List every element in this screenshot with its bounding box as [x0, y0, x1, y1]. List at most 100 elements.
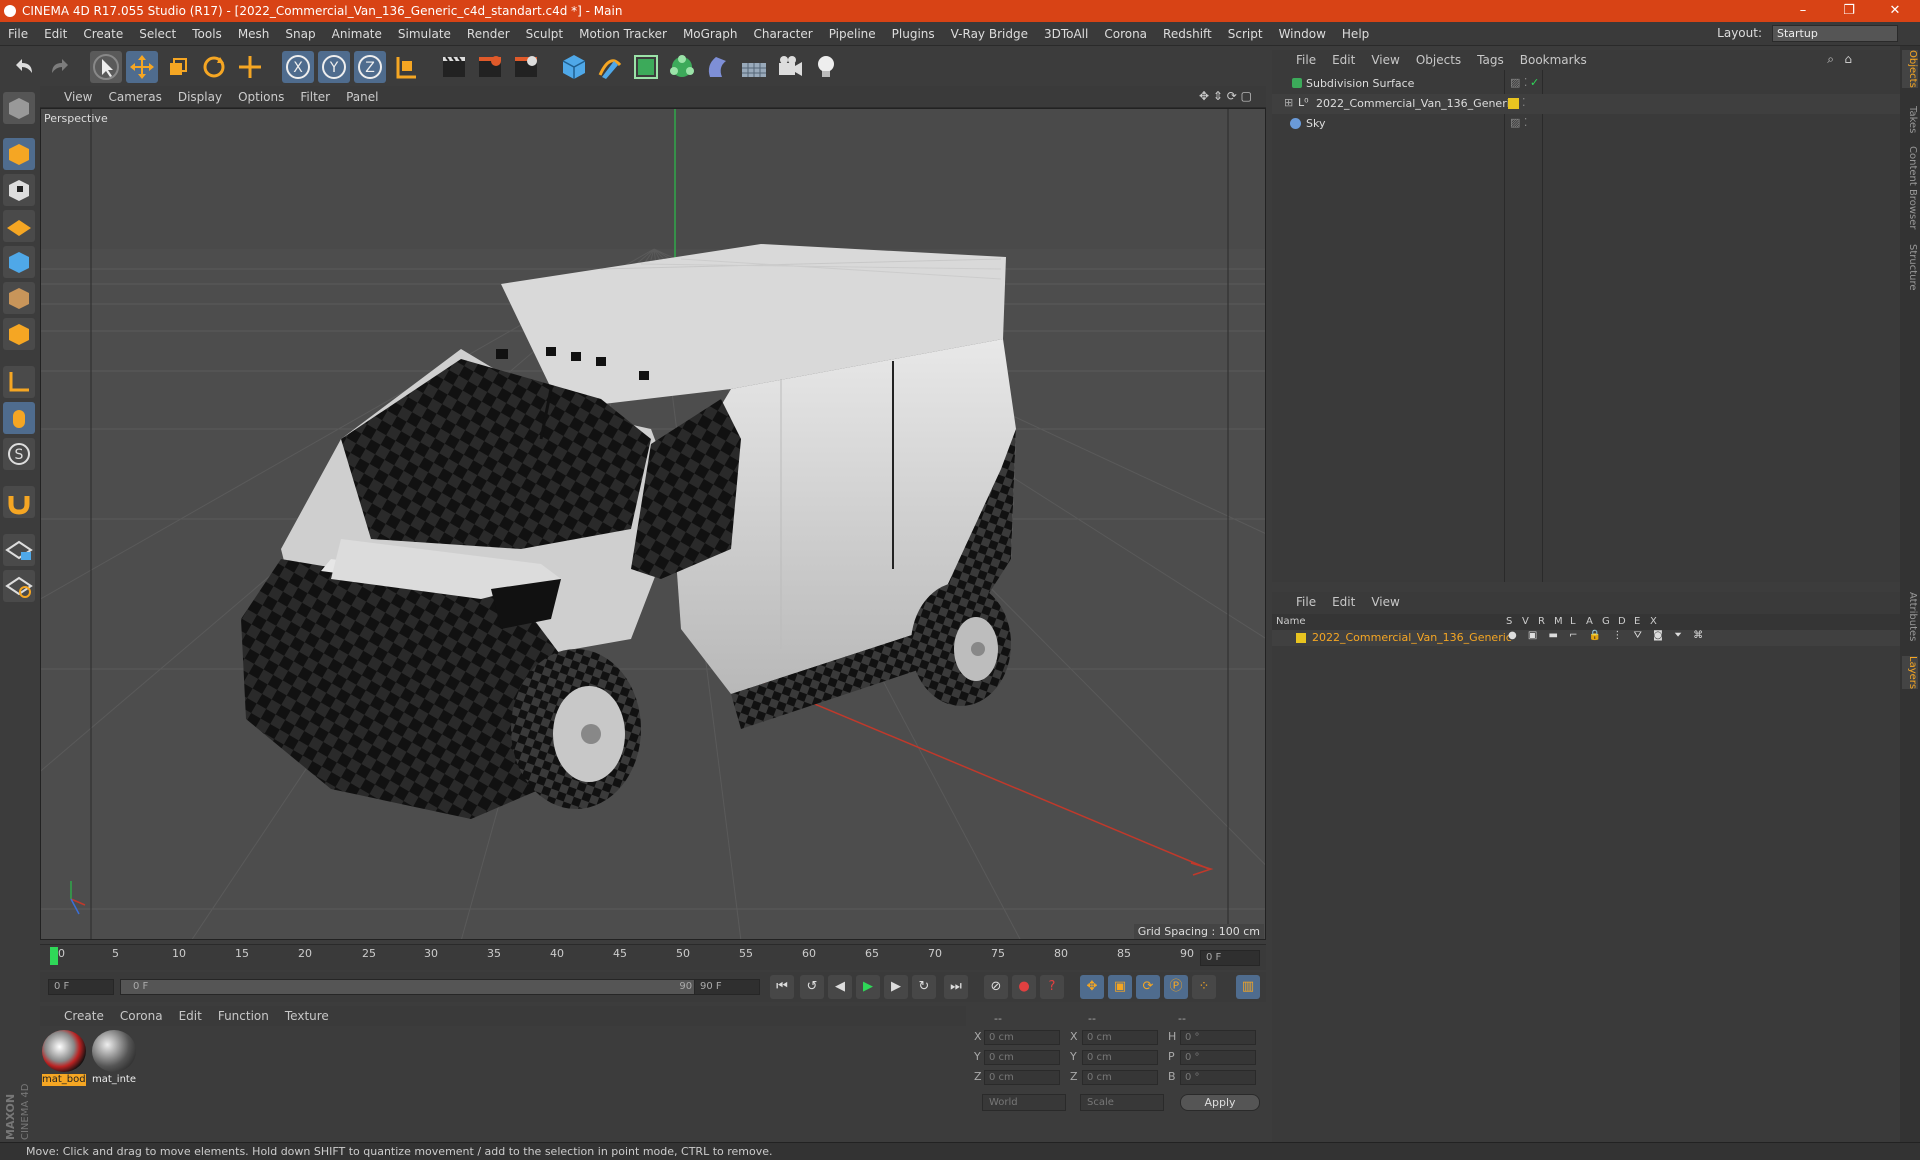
- layer-color-icon[interactable]: [1508, 98, 1519, 109]
- menu-motion-tracker[interactable]: Motion Tracker: [571, 27, 675, 41]
- auto-key-icon[interactable]: ?: [1040, 975, 1064, 999]
- texture-mode-icon[interactable]: [3, 138, 35, 170]
- mat-menu-function[interactable]: Function: [210, 1009, 277, 1023]
- grid-snap-icon[interactable]: [3, 570, 35, 602]
- layer-color-icon[interactable]: [1296, 633, 1306, 643]
- menu-pipeline[interactable]: Pipeline: [821, 27, 884, 41]
- menu-select[interactable]: Select: [131, 27, 184, 41]
- material-thumbnail[interactable]: mat_inte: [92, 1030, 136, 1088]
- viewport-menu-view[interactable]: View: [56, 90, 100, 104]
- points-mode-icon[interactable]: [3, 246, 35, 278]
- om-menu-edit[interactable]: Edit: [1324, 53, 1363, 67]
- go-to-end-icon[interactable]: ⏭: [944, 975, 968, 999]
- lock-workplane-icon[interactable]: [3, 534, 35, 566]
- lm-menu-view[interactable]: View: [1363, 595, 1407, 609]
- tab-layers[interactable]: Layers: [1902, 656, 1918, 690]
- deformer-icon[interactable]: [702, 51, 734, 83]
- magnet-icon[interactable]: [3, 486, 35, 518]
- om-menu-view[interactable]: View: [1363, 53, 1407, 67]
- menu-corona[interactable]: Corona: [1096, 27, 1155, 41]
- floor-icon[interactable]: [738, 51, 770, 83]
- start-frame-field[interactable]: 0 F: [48, 979, 114, 995]
- size-y-field[interactable]: 0 cm: [1082, 1050, 1158, 1065]
- menu-simulate[interactable]: Simulate: [390, 27, 459, 41]
- position-x-field[interactable]: 0 cm: [984, 1030, 1060, 1045]
- go-to-start-icon[interactable]: ⏮: [770, 975, 794, 999]
- menu-snap[interactable]: Snap: [277, 27, 323, 41]
- close-button[interactable]: ✕: [1872, 0, 1918, 22]
- minimize-button[interactable]: –: [1780, 0, 1826, 22]
- tab-takes[interactable]: Takes: [1902, 106, 1918, 133]
- om-menu-objects[interactable]: Objects: [1408, 53, 1469, 67]
- material-thumbnail[interactable]: mat_bod: [42, 1030, 86, 1088]
- axis-mode-icon[interactable]: [3, 366, 35, 398]
- rotation-h-field[interactable]: 0 °: [1180, 1030, 1256, 1045]
- viewport-menu-panel[interactable]: Panel: [338, 90, 386, 104]
- menu-sculpt[interactable]: Sculpt: [518, 27, 571, 41]
- menu-vray-bridge[interactable]: V-Ray Bridge: [943, 27, 1036, 41]
- size-x-field[interactable]: 0 cm: [1082, 1030, 1158, 1045]
- select-arrow-icon[interactable]: [90, 51, 122, 83]
- menu-create[interactable]: Create: [75, 27, 131, 41]
- menu-help[interactable]: Help: [1334, 27, 1377, 41]
- tweak-icon[interactable]: [3, 402, 35, 434]
- light-icon[interactable]: [810, 51, 842, 83]
- rotation-p-field[interactable]: 0 °: [1180, 1050, 1256, 1065]
- workplane-icon[interactable]: [3, 210, 35, 242]
- menu-redshift[interactable]: Redshift: [1155, 27, 1220, 41]
- keyframe-off-icon[interactable]: ⊘: [984, 975, 1008, 999]
- expand-icon[interactable]: ⊞: [1284, 96, 1293, 109]
- layer-row[interactable]: 2022_Commercial_Van_136_Generic ● ▣ ▬ ⌐ …: [1272, 630, 1900, 646]
- scale-icon[interactable]: [162, 51, 194, 83]
- mograph-cloner-icon[interactable]: [666, 51, 698, 83]
- apply-button[interactable]: Apply: [1180, 1094, 1260, 1111]
- record-icon[interactable]: ●: [1012, 975, 1036, 999]
- end-frame-field[interactable]: 90 F: [694, 979, 760, 995]
- axis-x-icon[interactable]: X: [282, 51, 314, 83]
- pen-spline-icon[interactable]: [594, 51, 626, 83]
- coord-mode-dropdown[interactable]: Scale: [1080, 1094, 1164, 1111]
- undo-icon[interactable]: [8, 51, 40, 83]
- render-settings-icon[interactable]: [510, 51, 542, 83]
- om-menu-file[interactable]: File: [1288, 53, 1324, 67]
- edges-mode-icon[interactable]: [3, 282, 35, 314]
- om-home-icon[interactable]: ⌂: [1836, 52, 1860, 66]
- restore-button[interactable]: ❐: [1826, 0, 1872, 22]
- object-row[interactable]: ⊞ L⁰ 2022_Commercial_Van_136_Generic ⁚: [1272, 94, 1900, 114]
- visibility-dots-icon[interactable]: ⁚: [1522, 96, 1526, 109]
- render-view-icon[interactable]: [438, 51, 470, 83]
- om-menu-bookmarks[interactable]: Bookmarks: [1512, 53, 1595, 67]
- texture-checker-icon[interactable]: [3, 174, 35, 206]
- move-icon[interactable]: [126, 51, 158, 83]
- position-y-field[interactable]: 0 cm: [984, 1050, 1060, 1065]
- mat-menu-corona[interactable]: Corona: [112, 1009, 171, 1023]
- mat-menu-create[interactable]: Create: [56, 1009, 112, 1023]
- subdivision-icon[interactable]: [630, 51, 662, 83]
- menu-tools[interactable]: Tools: [184, 27, 230, 41]
- cube-primitive-icon[interactable]: [558, 51, 590, 83]
- menu-window[interactable]: Window: [1271, 27, 1334, 41]
- snap-icon[interactable]: S: [3, 438, 35, 470]
- camera-icon[interactable]: [774, 51, 806, 83]
- redo-icon[interactable]: [44, 51, 76, 83]
- viewport-menu-display[interactable]: Display: [170, 90, 230, 104]
- polygons-mode-icon[interactable]: [3, 318, 35, 350]
- timeline[interactable]: 0 5 10 15 20 25 30 35 40 45 50 55 60 65 …: [40, 944, 1266, 970]
- timeline-playhead[interactable]: [50, 947, 58, 965]
- position-z-field[interactable]: 0 cm: [984, 1070, 1060, 1085]
- rotation-b-field[interactable]: 0 °: [1180, 1070, 1256, 1085]
- key-pla-icon[interactable]: ⁘: [1192, 975, 1216, 999]
- model-mode-icon[interactable]: [3, 92, 35, 124]
- menu-script[interactable]: Script: [1220, 27, 1271, 41]
- menu-edit[interactable]: Edit: [36, 27, 75, 41]
- coord-system-dropdown[interactable]: World: [982, 1094, 1066, 1111]
- axis-y-icon[interactable]: Y: [318, 51, 350, 83]
- visibility-dots-icon[interactable]: ▨ ⁚: [1510, 116, 1527, 129]
- visibility-dots-icon[interactable]: ▨ ⁚: [1510, 76, 1527, 89]
- layout-select[interactable]: Startup: [1772, 25, 1898, 42]
- menu-plugins[interactable]: Plugins: [884, 27, 943, 41]
- menu-mograph[interactable]: MoGraph: [675, 27, 746, 41]
- viewport-menu-options[interactable]: Options: [230, 90, 292, 104]
- menu-3dtoall[interactable]: 3DToAll: [1036, 27, 1096, 41]
- world-coord-icon[interactable]: [390, 51, 422, 83]
